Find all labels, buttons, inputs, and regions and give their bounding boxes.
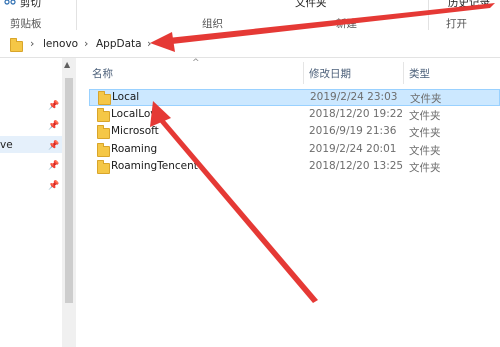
file-list: ^ 名称 修改日期 类型 Local 2019/2/24 23:03 文件夹 L… <box>77 58 500 347</box>
column-header-name[interactable]: 名称 <box>92 66 113 81</box>
sort-ascending-icon: ^ <box>192 58 200 68</box>
file-name: Roaming <box>111 143 158 155</box>
file-row-local[interactable]: Local 2019/2/24 23:03 文件夹 <box>89 89 500 106</box>
scrollbar-thumb[interactable] <box>65 78 73 303</box>
organize-group-label: 组织 <box>202 18 223 30</box>
ribbon: 剪切 剪贴板 组织 文件夹 新建 历史记录 打开 <box>0 0 500 32</box>
nav-scrollbar[interactable]: ▲ <box>62 58 76 347</box>
chevron-right-icon[interactable]: › <box>30 37 34 50</box>
file-row-microsoft[interactable]: Microsoft 2016/9/19 21:36 文件夹 <box>89 124 500 141</box>
folder-icon <box>97 125 110 139</box>
column-header-type[interactable]: 类型 <box>409 66 430 81</box>
pin-icon[interactable]: 📌 <box>48 101 59 111</box>
file-type: 文件夹 <box>409 145 441 157</box>
pin-icon[interactable]: 📌 <box>48 181 59 191</box>
cut-button[interactable]: 剪切 <box>20 0 41 10</box>
chevron-right-icon[interactable]: › <box>147 37 151 50</box>
file-name: Local <box>112 91 140 103</box>
clipboard-group-label: 剪贴板 <box>10 18 42 30</box>
file-type: 文件夹 <box>409 162 441 174</box>
history-button[interactable]: 历史记录 <box>448 0 490 10</box>
file-row-locallow[interactable]: LocalLow 2018/12/20 19:22 文件夹 <box>89 107 500 124</box>
file-name: RoamingTencent <box>111 160 198 172</box>
file-type: 文件夹 <box>410 93 442 105</box>
file-type: 文件夹 <box>409 110 441 122</box>
folder-icon <box>10 38 23 52</box>
file-date: 2018/12/20 19:22 <box>309 108 404 120</box>
file-date: 2019/2/24 23:03 <box>310 91 398 103</box>
nav-item-label[interactable]: ve <box>0 139 13 151</box>
file-date: 2016/9/19 21:36 <box>309 125 397 137</box>
ribbon-divider <box>76 0 77 30</box>
pin-icon[interactable]: 📌 <box>48 141 59 151</box>
new-folder-button[interactable]: 文件夹 <box>295 0 327 10</box>
file-name: Microsoft <box>111 125 159 137</box>
scissors-icon <box>4 0 16 5</box>
ribbon-divider <box>428 0 429 30</box>
file-row-roamingtencent[interactable]: RoamingTencent 2018/12/20 13:25 文件夹 <box>89 159 500 176</box>
folder-icon <box>98 91 111 105</box>
column-header-date[interactable]: 修改日期 <box>309 66 351 81</box>
folder-icon <box>97 108 110 122</box>
breadcrumb-appdata[interactable]: AppData <box>96 38 142 50</box>
pin-icon[interactable]: 📌 <box>48 161 59 171</box>
folder-icon <box>97 160 110 174</box>
pin-icon[interactable]: 📌 <box>48 121 59 131</box>
file-date: 2018/12/20 13:25 <box>309 160 404 172</box>
breadcrumb-lenovo[interactable]: lenovo <box>43 38 78 50</box>
chevron-right-icon[interactable]: › <box>84 37 88 50</box>
open-group-label: 打开 <box>446 18 467 30</box>
column-divider[interactable] <box>403 62 404 84</box>
file-type: 文件夹 <box>409 127 441 139</box>
file-date: 2019/2/24 20:01 <box>309 143 397 155</box>
scroll-up-icon[interactable]: ▲ <box>64 60 70 69</box>
folder-icon <box>97 143 110 157</box>
new-group-label: 新建 <box>336 18 357 30</box>
file-row-roaming[interactable]: Roaming 2019/2/24 20:01 文件夹 <box>89 142 500 159</box>
file-name: LocalLow <box>111 108 159 120</box>
column-divider[interactable] <box>303 62 304 84</box>
